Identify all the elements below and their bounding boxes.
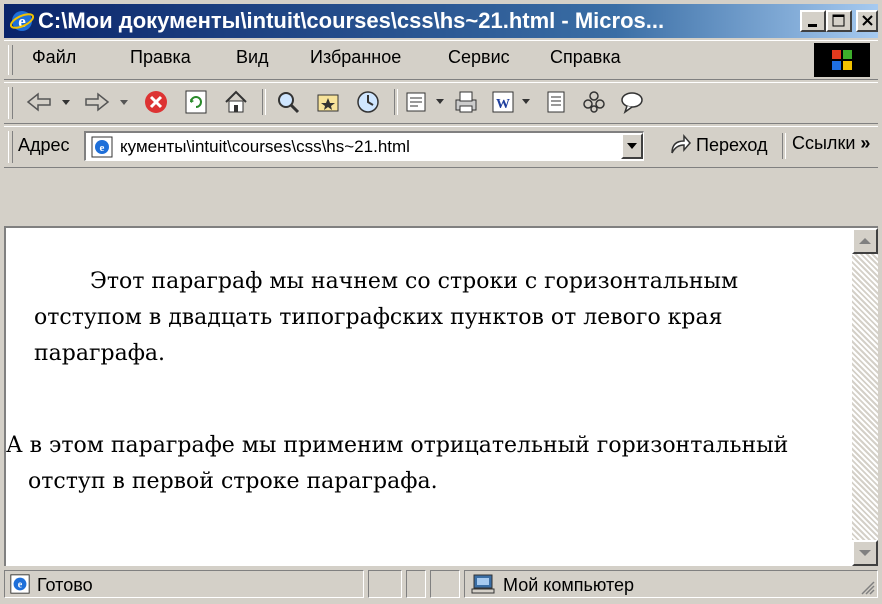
home-button[interactable] [220, 87, 252, 117]
address-input[interactable]: e кументы\intuit\courses\css\hs~21.html [84, 131, 644, 161]
stop-button[interactable] [140, 87, 172, 117]
discuss-icon [621, 92, 643, 114]
search-icon [278, 92, 300, 114]
close-icon [862, 15, 873, 26]
title-bar[interactable]: e C:\Мои документы\intuit\courses\css\hs… [4, 4, 878, 38]
forward-icon [85, 92, 128, 112]
address-grip[interactable] [8, 131, 13, 163]
close-button[interactable] [856, 10, 878, 32]
computer-icon [471, 574, 495, 594]
word-icon: W [492, 91, 530, 113]
minimize-icon [808, 24, 817, 27]
address-bar: Адрес e кументы\intuit\courses\css\hs~21… [4, 126, 878, 168]
ie-page-icon: e [10, 574, 30, 594]
mail-icon [406, 92, 444, 112]
minimize-button[interactable] [800, 10, 826, 32]
windows-logo [814, 43, 870, 77]
menu-favorites[interactable]: Избранное [310, 47, 401, 68]
status-text: Готово [37, 575, 93, 595]
address-label: Адрес [18, 135, 70, 155]
links-button[interactable]: Ссылки » [792, 133, 870, 154]
menu-grip[interactable] [8, 45, 13, 75]
maximize-icon [832, 14, 845, 27]
print-button[interactable] [450, 87, 482, 117]
search-button[interactable] [272, 87, 304, 117]
paragraph-negative-indent: А в этом параграфе мы применим отрицател… [6, 433, 789, 494]
history-button[interactable] [352, 87, 384, 117]
status-main-cell: e Готово [4, 570, 364, 598]
chevron-more-icon: » [860, 133, 871, 153]
scroll-up-button[interactable] [852, 228, 878, 254]
discuss-chat-button[interactable] [616, 87, 648, 117]
status-cell [430, 570, 460, 598]
resize-grip-icon[interactable] [859, 579, 875, 595]
print-icon [455, 91, 477, 113]
links-label: Ссылки [792, 133, 856, 153]
messenger-button[interactable] [578, 87, 610, 117]
menu-edit[interactable]: Правка [130, 47, 191, 68]
home-icon [225, 90, 247, 113]
go-arrow-icon [671, 133, 691, 154]
window-title: C:\Мои документы\intuit\courses\css\hs~2… [38, 8, 665, 33]
back-icon [26, 92, 70, 112]
menu-help[interactable]: Справка [550, 47, 621, 68]
stop-icon [145, 91, 167, 113]
browser-window: e C:\Мои документы\intuit\courses\css\hs… [0, 0, 882, 604]
ie-logo-icon: e [10, 11, 34, 31]
go-button[interactable]: Переход [668, 133, 768, 157]
scroll-up-icon [859, 238, 871, 244]
toolbar-separator [394, 89, 398, 115]
status-bar: e Готово Мой компьютер [4, 568, 878, 600]
svg-text:W: W [496, 97, 510, 112]
svg-text:e: e [100, 142, 105, 154]
zone-text: Мой компьютер [503, 575, 635, 595]
discuss-button[interactable] [540, 87, 572, 117]
address-dropdown-button[interactable] [621, 133, 643, 159]
refresh-button[interactable] [180, 87, 212, 117]
paragraph-indented: Этот параграф мы начнем со строки с гори… [34, 269, 739, 366]
mail-button[interactable] [404, 87, 450, 117]
page-content: Этот параграф мы начнем со строки с гори… [4, 226, 878, 566]
favorites-button[interactable] [312, 87, 344, 117]
svg-text:e: e [18, 580, 23, 591]
go-label: Переход [696, 134, 768, 155]
edit-word-button[interactable]: W [490, 87, 536, 117]
back-button[interactable] [24, 87, 76, 117]
messenger-icon [583, 91, 605, 113]
edit-icon [547, 91, 565, 113]
menu-file[interactable]: Файл [32, 47, 76, 68]
chevron-down-icon [627, 143, 637, 149]
maximize-button[interactable] [826, 10, 852, 32]
address-value: кументы\intuit\courses\css\hs~21.html [120, 137, 410, 156]
status-zone-cell: Мой компьютер [464, 570, 878, 598]
scroll-down-button[interactable] [852, 540, 878, 566]
windows-flag-icon [832, 50, 852, 70]
forward-button[interactable] [82, 87, 134, 117]
page-icon: e [91, 136, 113, 158]
menu-bar: Файл Правка Вид Избранное Сервис Справка [4, 40, 878, 80]
address-separator [782, 133, 786, 159]
refresh-icon [185, 90, 207, 114]
standard-toolbar: W [4, 82, 878, 124]
menu-view[interactable]: Вид [236, 47, 269, 68]
status-cell [368, 570, 402, 598]
vertical-scrollbar[interactable] [852, 228, 878, 566]
scroll-down-icon [859, 550, 871, 556]
history-icon [357, 91, 379, 113]
toolbar-separator [262, 89, 266, 115]
status-cell [406, 570, 426, 598]
menu-tools[interactable]: Сервис [448, 47, 510, 68]
toolbar-grip[interactable] [8, 87, 13, 119]
favorites-icon [317, 94, 339, 112]
